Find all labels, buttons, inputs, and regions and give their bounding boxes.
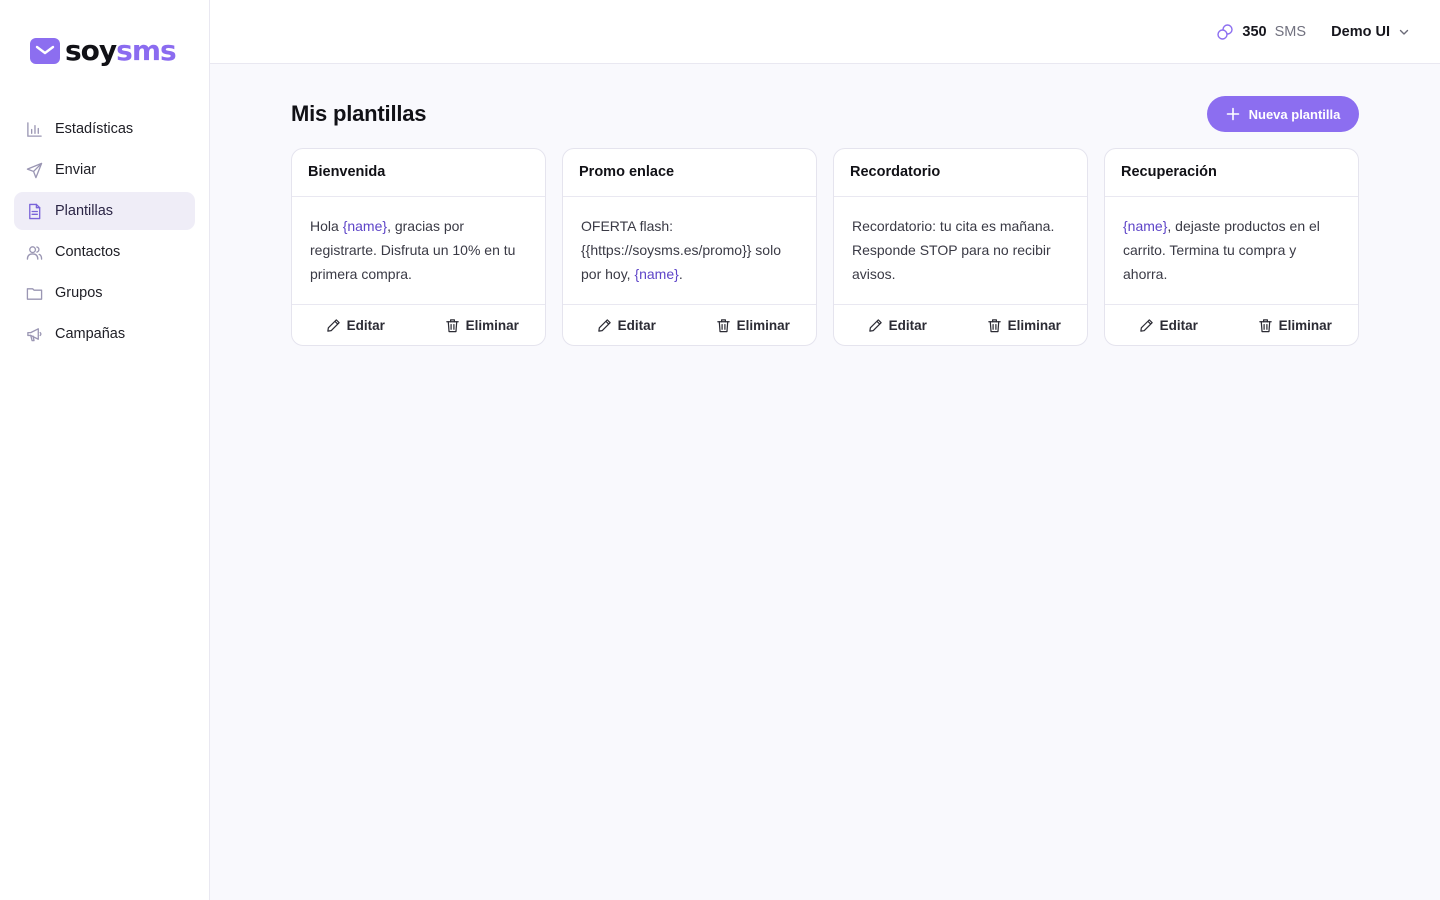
folder-icon bbox=[26, 287, 43, 300]
templates-grid: Bienvenida Hola {name}, gracias por regi… bbox=[291, 148, 1359, 346]
page-title: Mis plantillas bbox=[291, 101, 427, 126]
pencil-icon bbox=[868, 318, 882, 332]
sidebar-item-contactos[interactable]: Contactos bbox=[14, 233, 195, 271]
template-actions: Editar Eliminar bbox=[563, 305, 816, 345]
sidebar-item-grupos[interactable]: Grupos bbox=[14, 274, 195, 312]
pencil-icon bbox=[597, 318, 611, 332]
sidebar-item-label: Grupos bbox=[55, 285, 103, 301]
delete-label: Eliminar bbox=[1007, 317, 1061, 333]
brand-name-part2: sms bbox=[116, 34, 177, 67]
template-variable: {name} bbox=[1123, 218, 1168, 234]
template-actions: Editar Eliminar bbox=[1105, 305, 1358, 345]
edit-button[interactable]: Editar bbox=[563, 305, 690, 345]
sidebar-item-label: Enviar bbox=[55, 162, 97, 178]
chevron-down-icon bbox=[1399, 29, 1409, 35]
topbar: 350 SMS Demo UI bbox=[210, 0, 1440, 64]
pencil-icon bbox=[1139, 318, 1153, 332]
new-template-button[interactable]: Nueva plantilla bbox=[1207, 96, 1359, 132]
template-actions: Editar Eliminar bbox=[834, 305, 1087, 345]
template-text: . bbox=[678, 266, 683, 282]
template-text: Hola bbox=[310, 218, 343, 234]
template-title: Promo enlace bbox=[563, 149, 816, 197]
template-title: Recordatorio bbox=[834, 149, 1087, 197]
edit-button[interactable]: Editar bbox=[1105, 305, 1232, 345]
template-actions: Editar Eliminar bbox=[292, 305, 545, 345]
user-menu[interactable]: Demo UI bbox=[1331, 22, 1410, 42]
sidebar-item-label: Campañas bbox=[55, 326, 126, 342]
delete-label: Eliminar bbox=[736, 317, 790, 333]
trash-icon bbox=[987, 318, 1001, 332]
sidebar-nav: Estadísticas Enviar Plantillas Contactos… bbox=[14, 110, 195, 356]
trash-icon bbox=[445, 318, 459, 332]
edit-label: Editar bbox=[888, 317, 927, 333]
sms-credits: 350 SMS bbox=[1216, 22, 1306, 42]
template-title: Bienvenida bbox=[292, 149, 545, 197]
envelope-logo-icon bbox=[30, 38, 60, 64]
template-title: Recuperación bbox=[1105, 149, 1358, 197]
pencil-icon bbox=[326, 318, 340, 332]
edit-label: Editar bbox=[346, 317, 385, 333]
brand-name: soysms bbox=[65, 34, 177, 67]
edit-button[interactable]: Editar bbox=[834, 305, 961, 345]
template-card: Promo enlace OFERTA flash: {{https://soy… bbox=[562, 148, 817, 346]
edit-button[interactable]: Editar bbox=[292, 305, 419, 345]
sidebar-item-plantillas[interactable]: Plantillas bbox=[14, 192, 195, 230]
user-name: Demo UI bbox=[1331, 24, 1390, 40]
users-icon bbox=[26, 245, 43, 260]
sidebar-item-label: Estadísticas bbox=[55, 121, 134, 137]
sidebar-item-campanas[interactable]: Campañas bbox=[14, 315, 195, 353]
trash-icon bbox=[716, 318, 730, 332]
send-icon bbox=[26, 162, 43, 178]
template-body: {name}, dejaste productos en el carrito.… bbox=[1105, 197, 1358, 305]
brand-name-part1: soy bbox=[65, 34, 117, 67]
delete-button[interactable]: Eliminar bbox=[419, 305, 546, 345]
template-card: Recordatorio Recordatorio: tu cita es ma… bbox=[833, 148, 1088, 346]
sidebar-item-label: Contactos bbox=[55, 244, 121, 260]
sidebar: soysms Estadísticas Enviar Plantillas Co… bbox=[0, 0, 210, 900]
megaphone-icon bbox=[27, 327, 42, 341]
template-variable: {name} bbox=[342, 218, 388, 234]
delete-button[interactable]: Eliminar bbox=[961, 305, 1088, 345]
template-body: OFERTA flash: {{https://soysms.es/promo}… bbox=[563, 197, 816, 305]
edit-label: Editar bbox=[1159, 317, 1198, 333]
delete-button[interactable]: Eliminar bbox=[690, 305, 817, 345]
coins-icon bbox=[1217, 24, 1234, 40]
template-card: Bienvenida Hola {name}, gracias por regi… bbox=[291, 148, 546, 346]
delete-label: Eliminar bbox=[1278, 317, 1332, 333]
credits-count: 350 bbox=[1242, 24, 1267, 40]
template-body: Recordatorio: tu cita es mañana. Respond… bbox=[834, 197, 1087, 305]
document-icon bbox=[29, 203, 41, 219]
template-card: Recuperación {name}, dejaste productos e… bbox=[1104, 148, 1359, 346]
template-text: Recordatorio: tu cita es mañana. Respond… bbox=[852, 218, 1055, 282]
bar-chart-icon bbox=[27, 121, 42, 137]
trash-icon bbox=[1258, 318, 1272, 332]
new-template-button-label: Nueva plantilla bbox=[1248, 106, 1341, 122]
brand-logo[interactable]: soysms bbox=[30, 34, 177, 67]
credits-unit: SMS bbox=[1274, 24, 1306, 40]
edit-label: Editar bbox=[617, 317, 656, 333]
sidebar-item-label: Plantillas bbox=[55, 203, 114, 219]
delete-label: Eliminar bbox=[465, 317, 519, 333]
plus-icon bbox=[1226, 107, 1239, 121]
template-variable: {name} bbox=[634, 266, 679, 282]
template-body: Hola {name}, gracias por registrarte. Di… bbox=[292, 197, 545, 305]
sidebar-item-estadisticas[interactable]: Estadísticas bbox=[14, 110, 195, 148]
sidebar-item-enviar[interactable]: Enviar bbox=[14, 151, 195, 189]
delete-button[interactable]: Eliminar bbox=[1232, 305, 1359, 345]
